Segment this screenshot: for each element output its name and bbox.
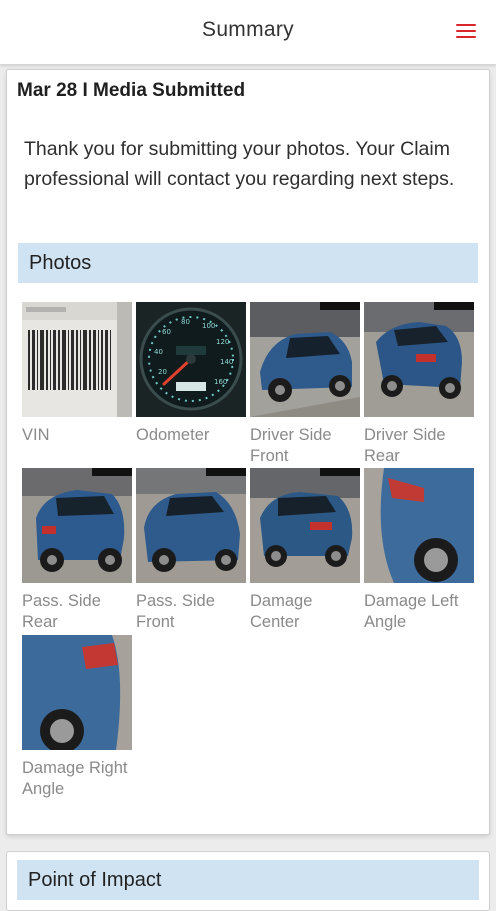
damage-right-angle-photo-thumbnail xyxy=(22,635,132,750)
svg-text:80: 80 xyxy=(181,318,190,326)
summary-card: Mar 28 I Media Submitted Thank you for s… xyxy=(6,69,490,835)
svg-text:120: 120 xyxy=(216,338,229,346)
point-of-impact-label: Point of Impact xyxy=(28,869,162,891)
photo-caption: Driver Side Rear xyxy=(364,426,446,465)
pass-side-rear-photo-thumbnail xyxy=(22,468,132,583)
photo-vin[interactable]: VIN xyxy=(22,302,132,446)
photo-damage-center[interactable]: Damage Center xyxy=(250,468,360,633)
odometer-photo-thumbnail: 20 40 60 80 100 120 140 160 xyxy=(136,302,246,417)
photo-driver-side-front[interactable]: Driver Side Front xyxy=(250,302,360,467)
photo-pass-side-front[interactable]: Pass. Side Front xyxy=(136,468,246,633)
app-header: Summary xyxy=(0,0,496,65)
photo-caption: Damage Left Angle xyxy=(364,592,459,631)
photo-damage-right-angle[interactable]: Damage Right Angle xyxy=(22,635,132,800)
driver-side-rear-photo-thumbnail xyxy=(364,302,474,417)
photo-caption: Odometer xyxy=(136,426,210,444)
photo-caption: Pass. Side Rear xyxy=(22,592,101,631)
photo-pass-side-rear[interactable]: Pass. Side Rear xyxy=(22,468,132,633)
driver-side-front-photo-thumbnail xyxy=(250,302,360,417)
svg-text:20: 20 xyxy=(158,368,167,376)
svg-text:60: 60 xyxy=(162,328,171,336)
photos-section-header: Photos xyxy=(18,243,478,283)
photo-caption: Driver Side Front xyxy=(250,426,332,465)
hamburger-menu-icon[interactable] xyxy=(454,20,478,42)
photos-section-label: Photos xyxy=(29,252,92,274)
svg-text:100: 100 xyxy=(202,322,215,330)
photo-caption: VIN xyxy=(22,426,50,444)
photo-driver-side-rear[interactable]: Driver Side Rear xyxy=(364,302,474,467)
point-of-impact-card: Point of Impact xyxy=(6,851,490,911)
point-of-impact-section-header[interactable]: Point of Impact xyxy=(17,860,479,900)
photo-damage-left-angle[interactable]: Damage Left Angle xyxy=(364,468,474,633)
photo-odometer[interactable]: 20 40 60 80 100 120 140 160 Odometer xyxy=(136,302,246,446)
svg-text:40: 40 xyxy=(154,348,163,356)
damage-left-angle-photo-thumbnail xyxy=(364,468,474,583)
svg-text:140: 140 xyxy=(220,358,233,366)
photo-caption: Damage Right Angle xyxy=(22,759,128,798)
pass-side-front-photo-thumbnail xyxy=(136,468,246,583)
vin-photo-thumbnail xyxy=(22,302,132,417)
card-heading: Mar 28 I Media Submitted xyxy=(17,80,246,101)
submission-message: Thank you for submitting your photos. Yo… xyxy=(24,138,455,190)
svg-text:160: 160 xyxy=(214,378,227,386)
damage-center-photo-thumbnail xyxy=(250,468,360,583)
photo-caption: Damage Center xyxy=(250,592,313,631)
photo-caption: Pass. Side Front xyxy=(136,592,215,631)
page-title: Summary xyxy=(202,18,294,41)
